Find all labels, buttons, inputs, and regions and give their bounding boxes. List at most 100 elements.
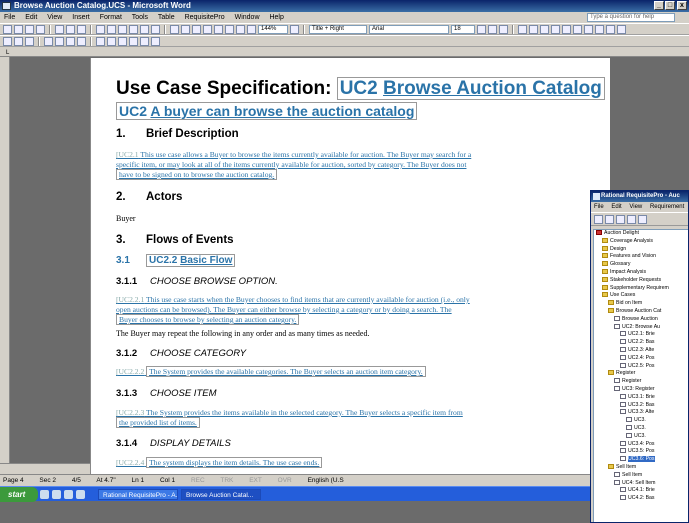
cut-icon[interactable] bbox=[96, 24, 105, 34]
insert-table-icon[interactable] bbox=[192, 24, 201, 34]
status-rec[interactable]: REC bbox=[191, 477, 205, 484]
print-preview-icon[interactable] bbox=[66, 24, 75, 34]
tree-node[interactable]: UC4: Sell Item bbox=[594, 479, 688, 488]
tree-node[interactable]: UC3.1: Brie bbox=[594, 393, 688, 402]
rp-menu-file[interactable]: File bbox=[594, 204, 604, 210]
tree-node[interactable]: UC3. bbox=[594, 424, 688, 433]
menu-window[interactable]: Window bbox=[235, 14, 260, 21]
rp-menu-edit[interactable]: Edit bbox=[611, 204, 621, 210]
columns-icon[interactable] bbox=[214, 24, 223, 34]
rp-open-icon[interactable] bbox=[605, 215, 614, 224]
bold-icon[interactable] bbox=[477, 24, 486, 34]
tree-node[interactable]: UC3. bbox=[594, 417, 688, 425]
tree-node[interactable]: UC3.3: Alte bbox=[594, 409, 688, 417]
reqpro-refresh-icon[interactable] bbox=[140, 36, 149, 46]
rp-new-icon[interactable] bbox=[594, 215, 603, 224]
copy-icon[interactable] bbox=[107, 24, 116, 34]
tree-node[interactable]: Browse Auction bbox=[594, 315, 688, 324]
reqpro-doc-icon[interactable] bbox=[25, 36, 34, 46]
font-color-icon[interactable] bbox=[617, 24, 626, 34]
requisitepro-explorer-tree[interactable]: Auction Delight Coverage Analysis Design Fe… bbox=[593, 229, 688, 522]
tree-node[interactable]: Browse Auction Cat bbox=[594, 307, 688, 316]
reqpro-view-icon[interactable] bbox=[77, 36, 86, 46]
tree-node[interactable]: Bid on Item bbox=[594, 300, 688, 308]
menu-view[interactable]: View bbox=[47, 14, 62, 21]
spelling-icon[interactable] bbox=[77, 24, 86, 34]
outlook-icon[interactable] bbox=[52, 490, 61, 499]
menu-tools[interactable]: Tools bbox=[132, 14, 148, 21]
show-hide-icon[interactable] bbox=[247, 24, 256, 34]
tree-node[interactable]: UC3.2: Bas bbox=[594, 401, 688, 410]
undo-icon[interactable] bbox=[140, 24, 149, 34]
open-icon[interactable] bbox=[14, 24, 23, 34]
tree-node[interactable]: UC2.2: Bas bbox=[594, 339, 688, 347]
close-button[interactable]: x bbox=[677, 1, 687, 10]
print-icon[interactable] bbox=[55, 24, 64, 34]
desktop-icon[interactable] bbox=[76, 490, 85, 499]
rp-save-icon[interactable] bbox=[616, 215, 625, 224]
rp-menu-requirement[interactable]: Requirement bbox=[650, 204, 684, 210]
media-icon[interactable] bbox=[64, 490, 73, 499]
bullets-icon[interactable] bbox=[573, 24, 582, 34]
tree-node[interactable]: Register bbox=[594, 370, 688, 378]
redo-icon[interactable] bbox=[151, 24, 160, 34]
reqpro-traceability-icon[interactable] bbox=[107, 36, 116, 46]
tree-node[interactable]: Impact Analysis bbox=[594, 268, 688, 277]
help-icon[interactable] bbox=[290, 24, 299, 34]
reqpro-find-icon[interactable] bbox=[129, 36, 138, 46]
tree-node[interactable]: UC2.3: Alte bbox=[594, 346, 688, 355]
border-icon[interactable] bbox=[606, 24, 615, 34]
italic-icon[interactable] bbox=[488, 24, 497, 34]
requirement-uc2-1[interactable]: [UC2.1 This use case allows a Buyer to b… bbox=[116, 150, 610, 180]
new-icon[interactable] bbox=[3, 24, 12, 34]
horizontal-scrollbar[interactable] bbox=[0, 463, 90, 474]
indent-icon[interactable] bbox=[595, 24, 604, 34]
tables-borders-icon[interactable] bbox=[181, 24, 190, 34]
document-page[interactable]: Use Case Specification: UC2 Browse Aucti… bbox=[90, 58, 610, 476]
tree-node[interactable]: Design bbox=[594, 245, 688, 254]
outdent-icon[interactable] bbox=[584, 24, 593, 34]
save-icon[interactable] bbox=[25, 24, 34, 34]
tree-node[interactable]: Coverage Analysis bbox=[594, 237, 688, 246]
align-left-icon[interactable] bbox=[518, 24, 527, 34]
justify-icon[interactable] bbox=[551, 24, 560, 34]
ie-icon[interactable] bbox=[40, 490, 49, 499]
status-ext[interactable]: EXT bbox=[249, 477, 262, 484]
start-button[interactable]: start bbox=[0, 487, 38, 502]
tree-node[interactable]: UC3: Register bbox=[594, 385, 688, 394]
tree-node[interactable]: Use Cases bbox=[594, 292, 688, 300]
rp-menu-view[interactable]: View bbox=[629, 204, 642, 210]
tree-node[interactable]: Features and Vision bbox=[594, 253, 688, 261]
horizontal-ruler[interactable]: L bbox=[0, 47, 689, 57]
tree-node[interactable]: UC2.1: Brie bbox=[594, 331, 688, 339]
font-size-select[interactable]: 18 bbox=[451, 24, 475, 34]
underline-icon[interactable] bbox=[499, 24, 508, 34]
status-ovr[interactable]: OVR bbox=[278, 477, 292, 484]
insert-excel-icon[interactable] bbox=[203, 24, 212, 34]
menu-help[interactable]: Help bbox=[269, 14, 283, 21]
style-select[interactable]: Title + Right bbox=[309, 24, 367, 34]
permission-icon[interactable] bbox=[36, 24, 45, 34]
tree-node[interactable]: UC4.1: Brie bbox=[594, 487, 688, 495]
requisitepro-titlebar[interactable]: Rational RequisitePro - Auc bbox=[591, 191, 688, 202]
drawing-icon[interactable] bbox=[225, 24, 234, 34]
document-map-icon[interactable] bbox=[236, 24, 245, 34]
tree-node[interactable]: UC3.4: Pos bbox=[594, 440, 688, 449]
paste-icon[interactable] bbox=[118, 24, 127, 34]
menu-table[interactable]: Table bbox=[158, 14, 175, 21]
menu-format[interactable]: Format bbox=[100, 14, 122, 21]
reqpro-req-delete-icon[interactable] bbox=[66, 36, 75, 46]
menu-insert[interactable]: Insert bbox=[72, 14, 90, 21]
tree-node[interactable]: Sell Item bbox=[594, 463, 688, 472]
minimize-button[interactable]: _ bbox=[654, 1, 664, 10]
menu-edit[interactable]: Edit bbox=[25, 14, 37, 21]
menu-file[interactable]: File bbox=[4, 14, 15, 21]
align-center-icon[interactable] bbox=[529, 24, 538, 34]
tab-stop-marker[interactable]: L bbox=[6, 50, 9, 56]
rp-view-icon[interactable] bbox=[638, 215, 647, 224]
maximize-button[interactable]: □ bbox=[665, 1, 675, 10]
requirement-uc2-2-2[interactable]: [UC2.2.2 The System provides the availab… bbox=[116, 366, 610, 377]
reqpro-query-icon[interactable] bbox=[118, 36, 127, 46]
align-right-icon[interactable] bbox=[540, 24, 549, 34]
rp-print-icon[interactable] bbox=[627, 215, 636, 224]
